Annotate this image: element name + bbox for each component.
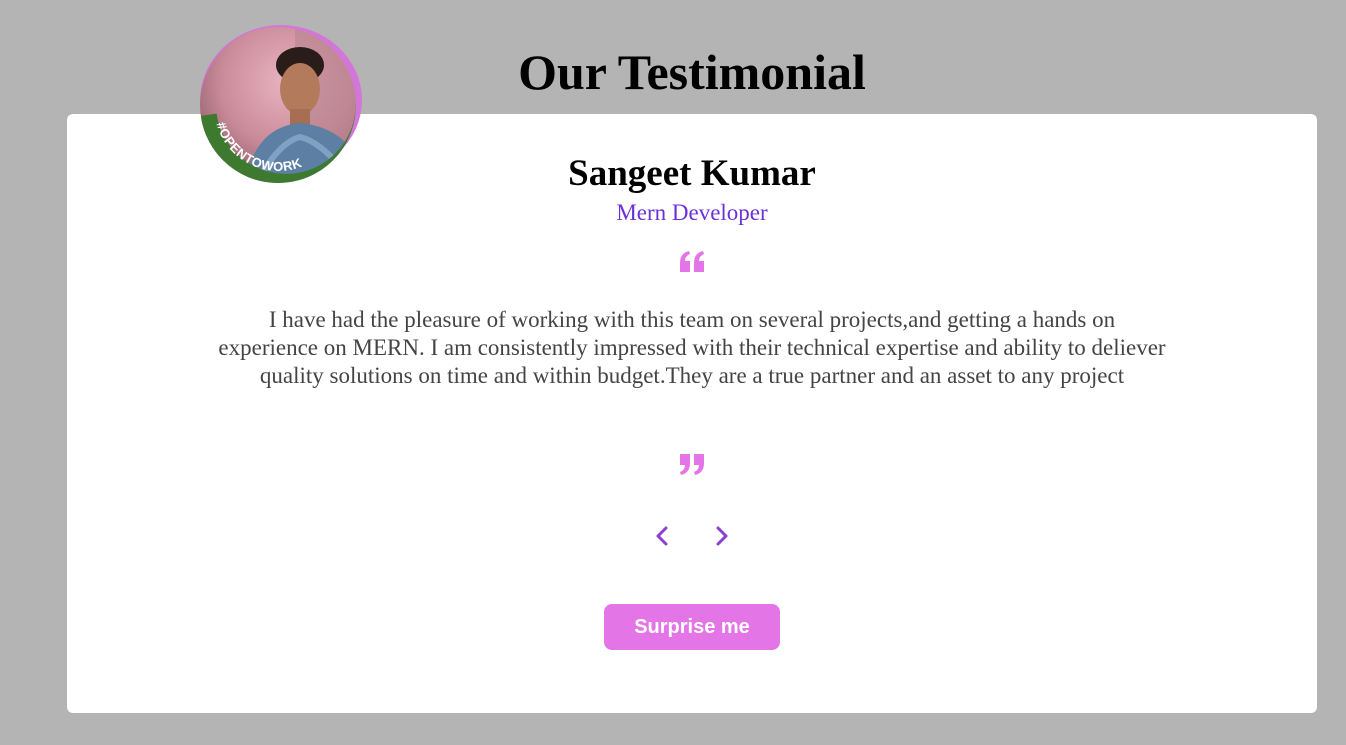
- prev-button[interactable]: [648, 522, 676, 550]
- next-button[interactable]: [708, 522, 736, 550]
- surprise-me-button[interactable]: Surprise me: [604, 604, 780, 650]
- testimonial-card: Sangeet Kumar Mern Developer I have had …: [67, 114, 1317, 713]
- avatar: #OPENTOWORK: [200, 25, 362, 187]
- quote-close-icon: [678, 452, 706, 476]
- chevron-right-icon: [716, 526, 728, 546]
- person-role: Mern Developer: [616, 200, 768, 225]
- avatar-photo: #OPENTOWORK: [200, 27, 356, 183]
- chevron-left-icon: [656, 526, 668, 546]
- testimonial-text: I have had the pleasure of working with …: [218, 307, 1166, 388]
- quote-open-icon: [678, 250, 706, 274]
